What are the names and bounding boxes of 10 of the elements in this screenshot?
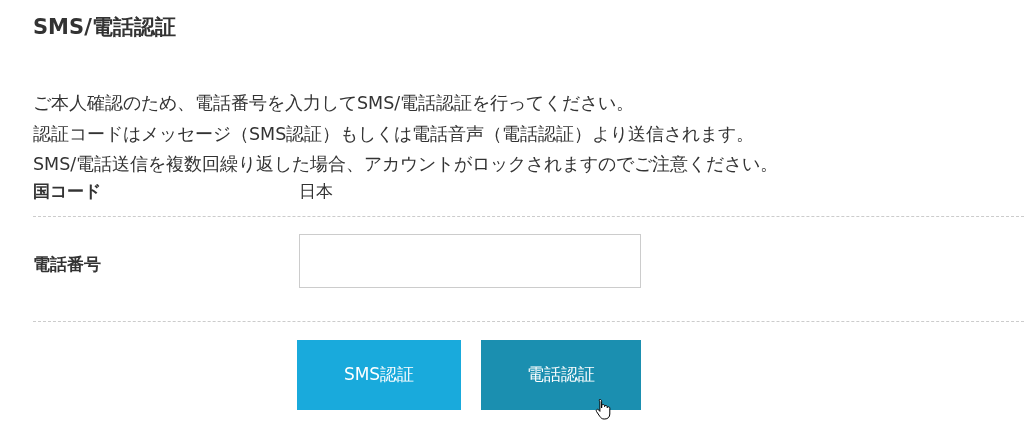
description-text: SMS/電話送信を複数回繰り返した場合、アカウントがロックされますのでご注意ください。: [33, 153, 780, 176]
verify-button[interactable]: SMS認証: [297, 339, 461, 410]
description-text: ご本人確認のため、電話番号を入力してSMS/電話認証を行ってください。: [33, 92, 636, 115]
country-value: 日本: [299, 180, 333, 203]
page-title: SMS/電話認証: [33, 14, 177, 41]
phone-input-field[interactable]: [299, 233, 641, 288]
hand-cursor-icon: [595, 397, 613, 420]
description-text: 認証コードはメッセージ（SMS認証）もしくは電話音声（電話認証）より送信されます。: [33, 122, 756, 146]
field-label: 電話番号: [33, 253, 102, 276]
field-label: 国コード: [33, 180, 102, 203]
